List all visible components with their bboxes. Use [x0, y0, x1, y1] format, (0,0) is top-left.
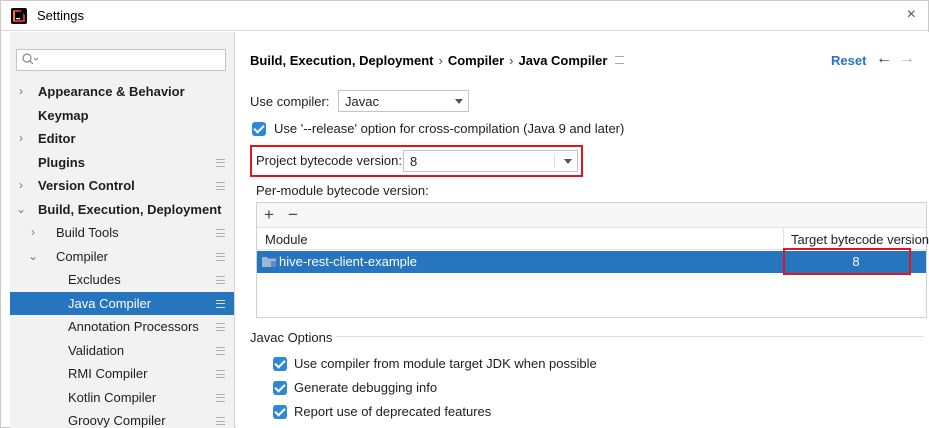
project-bytecode-value: 8 [410, 154, 418, 169]
sidebar-item-label: Build Tools [56, 225, 119, 240]
javac-options-title: Javac Options [250, 330, 333, 345]
remove-icon[interactable]: − [288, 205, 298, 225]
project-bytecode-select[interactable]: 8 [403, 150, 578, 172]
option-checkbox-module-jdk[interactable] [273, 357, 287, 371]
intellij-app-icon [11, 8, 27, 24]
option-checkbox-debug-info[interactable] [273, 381, 287, 395]
breadcrumb: Build, Execution, Deployment › Compiler › Ja… [250, 53, 625, 68]
settings-doc-icon [216, 299, 225, 308]
column-header-target[interactable]: Target bytecode version [791, 232, 929, 247]
settings-doc-icon [216, 229, 225, 237]
search-icon [22, 53, 39, 65]
settings-doc-icon [216, 370, 225, 378]
sidebar-item-appearance-behavior[interactable]: › Appearance & Behavior [10, 80, 234, 104]
close-icon[interactable]: × [907, 6, 916, 24]
option-checkbox-deprecated[interactable] [273, 405, 287, 419]
settings-search-input[interactable] [16, 49, 226, 71]
sidebar-item-label: Plugins [38, 154, 85, 170]
sidebar-item-editor[interactable]: › Editor [10, 127, 234, 151]
option-label-deprecated: Report use of deprecated features [294, 404, 492, 419]
breadcrumb-separator: › [438, 53, 443, 68]
window-title: Settings [37, 8, 84, 23]
chevron-right-icon[interactable]: › [16, 174, 26, 198]
chevron-right-icon[interactable]: › [28, 221, 38, 245]
sidebar-item-label: Groovy Compiler [68, 413, 166, 428]
sidebar-item-plugins[interactable]: Plugins [10, 151, 234, 175]
module-table-toolbar: + − [257, 203, 926, 228]
sidebar-item-label: Validation [68, 342, 125, 358]
sidebar-item-label: Compiler [56, 248, 109, 264]
settings-doc-icon [216, 393, 225, 402]
settings-doc-icon [615, 56, 625, 64]
chevron-down-icon [455, 99, 463, 104]
sidebar-item-label: Java Compiler [68, 295, 152, 311]
sidebar-item-version-control[interactable]: › Version Control [10, 174, 234, 198]
settings-doc-icon [216, 417, 225, 425]
combo-divider [554, 154, 555, 168]
sidebar-item-keymap[interactable]: Keymap [10, 104, 234, 128]
settings-doc-icon [216, 323, 225, 331]
module-folder-icon [262, 257, 276, 267]
column-header-module[interactable]: Module [265, 232, 308, 247]
chevron-right-icon[interactable]: › [16, 127, 26, 151]
add-icon[interactable]: + [264, 205, 274, 225]
sidebar-item-label: Keymap [38, 107, 89, 123]
table-header: Module Target bytecode version [257, 228, 929, 250]
sidebar-item-java-compiler[interactable]: Java Compiler [10, 291, 234, 315]
settings-tree: › Appearance & Behavior Keymap › Editor Plugi… [10, 80, 234, 428]
back-arrow-icon[interactable]: ← [876, 50, 892, 68]
target-version-highlight [783, 248, 911, 275]
sidebar-item-groovy-compiler[interactable]: Groovy Compiler [10, 409, 234, 428]
breadcrumb-separator: › [509, 53, 514, 68]
settings-sidebar: › Appearance & Behavior Keymap › Editor Plugi… [10, 32, 235, 428]
settings-window: Settings × › Appearance & Behavior Keymap ›… [0, 0, 929, 428]
settings-content: Build, Execution, Deployment › Compiler › Ja… [236, 32, 929, 428]
chevron-down-icon [564, 159, 572, 164]
chevron-right-icon[interactable]: › [16, 80, 26, 104]
settings-doc-icon [216, 158, 225, 167]
chevron-down-icon[interactable]: ⌄ [28, 245, 38, 269]
breadcrumb-item: Java Compiler [518, 53, 608, 68]
per-module-label: Per-module bytecode version: [256, 183, 429, 198]
project-bytecode-label: Project bytecode version: [256, 153, 402, 168]
sidebar-item-excludes[interactable]: Excludes [10, 268, 234, 292]
sidebar-item-label: Kotlin Compiler [68, 389, 157, 405]
settings-doc-icon [216, 276, 225, 284]
sidebar-item-label: Excludes [68, 272, 121, 287]
breadcrumb-item: Build, Execution, Deployment [250, 53, 434, 68]
forward-arrow-icon[interactable]: → [899, 50, 915, 68]
sidebar-item-label: Annotation Processors [68, 319, 199, 334]
sidebar-item-annotation-processors[interactable]: Annotation Processors [10, 315, 234, 339]
sidebar-item-build-tools[interactable]: › Build Tools [10, 221, 234, 245]
release-option-label: Use '--release' option for cross-compila… [274, 121, 625, 136]
sidebar-item-build-execution-deployment[interactable]: ⌄ Build, Execution, Deployment [10, 198, 234, 222]
settings-doc-icon [216, 182, 225, 190]
use-compiler-label: Use compiler: [250, 94, 330, 109]
sidebar-item-label: Editor [38, 131, 76, 146]
option-label-module-jdk: Use compiler from module target JDK when… [294, 356, 597, 371]
sidebar-item-validation[interactable]: Validation [10, 339, 234, 363]
section-divider [336, 336, 924, 337]
settings-doc-icon [216, 346, 225, 355]
sidebar-item-label: Build, Execution, Deployment [38, 201, 222, 217]
option-label-debug-info: Generate debugging info [294, 380, 438, 395]
sidebar-item-rmi-compiler[interactable]: RMI Compiler [10, 362, 234, 386]
release-option-checkbox[interactable] [252, 122, 266, 136]
sidebar-item-label: Appearance & Behavior [38, 84, 185, 99]
compiler-select[interactable]: Javac [338, 90, 469, 112]
sidebar-item-kotlin-compiler[interactable]: Kotlin Compiler [10, 386, 234, 410]
sidebar-item-compiler[interactable]: ⌄ Compiler [10, 245, 234, 269]
sidebar-item-label: Version Control [38, 178, 135, 193]
reset-button[interactable]: Reset [831, 53, 866, 68]
title-bar: Settings × [1, 1, 928, 31]
row-module-name: hive-rest-client-example [279, 254, 417, 269]
sidebar-item-label: RMI Compiler [68, 366, 148, 381]
chevron-down-icon[interactable]: ⌄ [16, 198, 26, 222]
breadcrumb-item: Compiler [447, 53, 505, 68]
column-divider[interactable] [783, 228, 784, 250]
compiler-select-value: Javac [345, 94, 379, 109]
settings-doc-icon [216, 252, 225, 261]
